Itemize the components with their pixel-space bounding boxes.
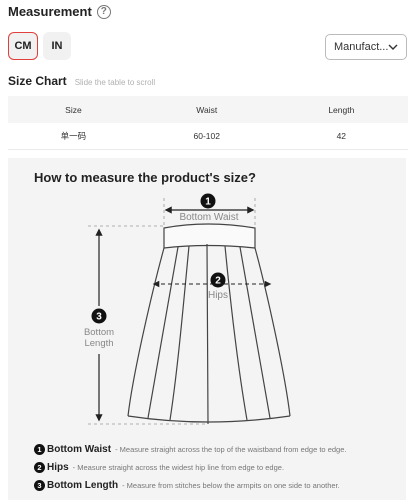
table-cell-size: 单一码	[8, 123, 139, 150]
table-cell-length: 42	[274, 123, 408, 150]
table-row: 单一码 60-102 42	[8, 123, 408, 150]
legend-item-bottom-length: 3 Bottom Length - Measure from stitches …	[34, 480, 340, 491]
column-header-size: Size	[8, 96, 139, 123]
size-source-select[interactable]: Manufact...	[325, 34, 407, 60]
measurement-header: Measurement ?	[8, 4, 111, 19]
legend-number-3: 3	[34, 480, 45, 491]
legend-description: - Measure from stitches below the armpit…	[122, 481, 340, 490]
legend-description: - Measure straight across the widest hip…	[72, 463, 285, 472]
table-cell-waist: 60-102	[138, 123, 275, 150]
legend-item-bottom-waist: 1 Bottom Waist - Measure straight across…	[34, 444, 346, 455]
legend-name: Bottom Length	[47, 480, 119, 491]
size-chart-hint: Slide the table to scroll	[74, 78, 156, 87]
bottom-waist-label: Bottom Waist	[179, 212, 238, 223]
size-table[interactable]: Size Waist Length 单一码 60-102 42	[8, 96, 408, 150]
column-header-waist: Waist	[138, 96, 275, 123]
size-chart-header: Size Chart Slide the table to scroll	[8, 74, 155, 88]
hips-label: Hips	[208, 290, 228, 301]
marker-1-label: 1	[205, 197, 211, 208]
legend-number-1: 1	[34, 444, 45, 455]
skirt-outline	[127, 223, 291, 425]
table-header-row: Size Waist Length	[8, 96, 408, 123]
unit-cm-button[interactable]: CM	[8, 32, 38, 60]
unit-in-button[interactable]: IN	[43, 32, 71, 60]
marker-2-label: 2	[215, 276, 221, 287]
bottom-length-label-line2: Length	[84, 338, 113, 349]
legend-name: Bottom Waist	[47, 444, 112, 455]
size-chart-title: Size Chart	[8, 74, 67, 88]
legend-name: Hips	[47, 462, 69, 473]
legend-description: - Measure straight across the top of the…	[115, 445, 347, 454]
column-header-length: Length	[274, 96, 408, 123]
legend-number-2: 2	[34, 462, 45, 473]
measurement-title: Measurement	[8, 4, 92, 19]
bottom-length-label-line1: Bottom	[84, 327, 114, 338]
size-source-value: Manufact...	[334, 41, 389, 53]
measure-guide-panel: How to measure the product's size? 1 Bot…	[8, 158, 406, 500]
marker-3-label: 3	[96, 312, 102, 323]
chevron-down-icon	[388, 44, 398, 50]
legend-item-hips: 2 Hips - Measure straight across the wid…	[34, 462, 284, 473]
question-circle-icon[interactable]: ?	[96, 4, 111, 19]
